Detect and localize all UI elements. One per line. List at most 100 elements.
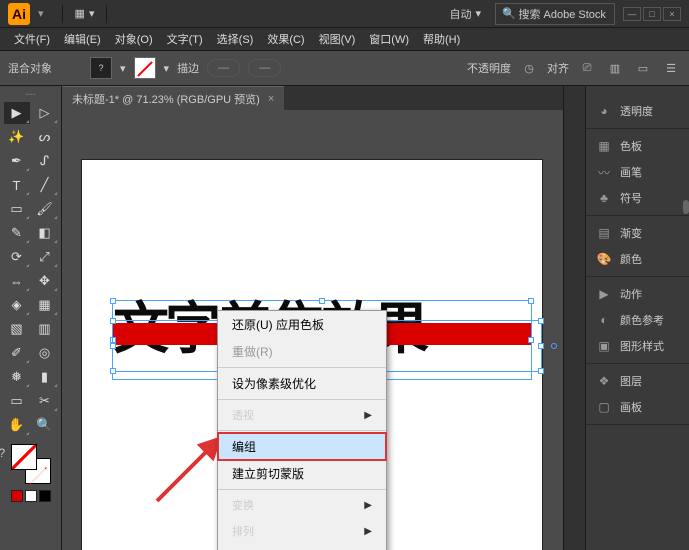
menu-window[interactable]: 窗口(W): [363, 29, 415, 49]
bbox-handle[interactable]: [528, 298, 534, 304]
bbox-handle[interactable]: [110, 343, 116, 349]
bbox-handle[interactable]: [538, 318, 544, 324]
stroke-weight[interactable]: —: [207, 59, 240, 77]
magic-wand-tool[interactable]: ✨: [4, 126, 30, 148]
scale-tool[interactable]: ⤢: [32, 246, 58, 268]
bbox-handle[interactable]: [110, 368, 116, 374]
transparency-icon: ◕: [596, 103, 612, 119]
rotate-tool[interactable]: ⟳: [4, 246, 30, 268]
menu-effect[interactable]: 效果(C): [261, 29, 310, 49]
zoom-tool[interactable]: 🔍: [32, 414, 58, 436]
bbox-handle[interactable]: [538, 368, 544, 374]
color-chip[interactable]: [39, 490, 51, 502]
artboard-tool[interactable]: ▭: [4, 390, 30, 412]
isolate-icon[interactable]: ▭: [633, 58, 653, 78]
panel-swatches[interactable]: ▦色板: [586, 133, 689, 159]
maximize-button[interactable]: □: [643, 7, 661, 21]
perspective-tool[interactable]: ▦: [32, 294, 58, 316]
shape-builder-tool[interactable]: ◈: [4, 294, 30, 316]
panel-actions[interactable]: ▶ 动作: [586, 281, 689, 307]
rectangle-tool[interactable]: ▭: [4, 198, 30, 220]
layout-dropdown[interactable]: ▦▾: [69, 5, 101, 22]
transform-icon[interactable]: ▥: [605, 58, 625, 78]
menu-pixel-perfect[interactable]: 设为像素级优化: [218, 370, 386, 397]
menu-undo[interactable]: 还原(U) 应用色板: [218, 311, 386, 338]
direct-selection-tool[interactable]: ▷: [32, 102, 58, 124]
panel-layers[interactable]: ❖图层: [586, 368, 689, 394]
document-tab[interactable]: 未标题-1* @ 71.23% (RGB/GPU 预览) ×: [62, 86, 284, 111]
panel-label: 动作: [620, 286, 642, 302]
slice-tool[interactable]: ✂: [32, 390, 58, 412]
menu-type[interactable]: 文字(T): [161, 29, 209, 49]
panel-brushes[interactable]: 〰画笔: [586, 159, 689, 185]
panel-transparency[interactable]: ◕透明度: [586, 98, 689, 124]
stroke-swatch[interactable]: [134, 57, 156, 79]
chevron-down-icon[interactable]: ▾: [164, 62, 170, 75]
color-chip[interactable]: [25, 490, 37, 502]
line-tool[interactable]: ╱: [32, 174, 58, 196]
search-input[interactable]: 🔍 搜索 Adobe Stock: [495, 3, 615, 25]
menu-group[interactable]: 编组: [218, 433, 386, 460]
workspace-dropdown[interactable]: 自动▾: [443, 4, 487, 24]
column-graph-tool[interactable]: ▮: [32, 366, 58, 388]
gradient-tool[interactable]: ▥: [32, 318, 58, 340]
scroll-indicator[interactable]: [683, 200, 689, 214]
shaper-tool[interactable]: ✎: [4, 222, 30, 244]
menu-make-clip-mask[interactable]: 建立剪切蒙版: [218, 460, 386, 487]
actions-icon: ▶: [596, 286, 612, 302]
width-tool[interactable]: ⇔: [4, 270, 30, 292]
fill-box[interactable]: [11, 444, 37, 470]
menu-arrange[interactable]: 排列▶: [218, 518, 386, 544]
panel-drag-handle[interactable]: ┄┄: [3, 90, 59, 98]
edge-widget[interactable]: [551, 343, 557, 349]
close-button[interactable]: ×: [663, 7, 681, 21]
type-tool[interactable]: T: [4, 174, 30, 196]
panel-menu-icon[interactable]: ☰: [661, 58, 681, 78]
menu-edit[interactable]: 编辑(E): [58, 29, 107, 49]
bbox-handle[interactable]: [110, 318, 116, 324]
menu-file[interactable]: 文件(F): [8, 29, 56, 49]
paintbrush-tool[interactable]: 🖌: [32, 198, 58, 220]
panel-gradient[interactable]: ▤渐变: [586, 220, 689, 246]
minimize-button[interactable]: —: [623, 7, 641, 21]
menu-object[interactable]: 对象(O): [109, 29, 159, 49]
bridge-icon[interactable]: ▾: [38, 7, 44, 20]
eraser-tool[interactable]: ◧: [32, 222, 58, 244]
recolor-icon[interactable]: ◷: [519, 58, 539, 78]
pen-tool[interactable]: ✒: [4, 150, 30, 172]
menu-view[interactable]: 视图(V): [313, 29, 362, 49]
close-tab-icon[interactable]: ×: [268, 93, 274, 105]
color-chip[interactable]: [11, 490, 23, 502]
menu-perspective[interactable]: 透视▶: [218, 402, 386, 428]
menu-help[interactable]: 帮助(H): [417, 29, 466, 49]
submenu-arrow-icon: ▶: [364, 500, 372, 511]
panel-graphicstyles[interactable]: ▣图形样式: [586, 333, 689, 359]
selection-tool[interactable]: ▶: [4, 102, 30, 124]
search-placeholder: 搜索 Adobe Stock: [518, 6, 605, 22]
hand-tool[interactable]: ✋: [4, 414, 30, 436]
menu-select[interactable]: 选择▶: [218, 544, 386, 550]
mesh-tool[interactable]: ▧: [4, 318, 30, 340]
align-icon[interactable]: ⎚: [577, 58, 597, 78]
bbox-handle[interactable]: [538, 343, 544, 349]
chevron-down-icon[interactable]: ▾: [120, 62, 126, 75]
curvature-tool[interactable]: ᔑ: [32, 150, 58, 172]
lasso-tool[interactable]: ᔕ: [32, 126, 58, 148]
menu-select[interactable]: 选择(S): [211, 29, 260, 49]
bbox-handle[interactable]: [110, 298, 116, 304]
fill-stroke-control[interactable]: ?: [11, 444, 51, 484]
panel-artboards[interactable]: ▢画板: [586, 394, 689, 420]
bbox-handle[interactable]: [319, 298, 325, 304]
stroke-profile[interactable]: —: [248, 59, 281, 77]
symbol-sprayer-tool[interactable]: ❅: [4, 366, 30, 388]
panel-symbols[interactable]: ♣符号: [586, 185, 689, 211]
menu-transform[interactable]: 变换▶: [218, 492, 386, 518]
panel-color[interactable]: 🎨颜色: [586, 246, 689, 272]
free-transform-tool[interactable]: ✥: [32, 270, 58, 292]
fill-swatch[interactable]: ?: [90, 57, 112, 79]
right-dock-strip[interactable]: [563, 86, 585, 550]
panel-colorguide[interactable]: ◐颜色参考: [586, 307, 689, 333]
blend-tool[interactable]: ◎: [32, 342, 58, 364]
eyedropper-tool[interactable]: ✐: [4, 342, 30, 364]
canvas[interactable]: 文字差焦效果 路径: [62, 110, 563, 550]
